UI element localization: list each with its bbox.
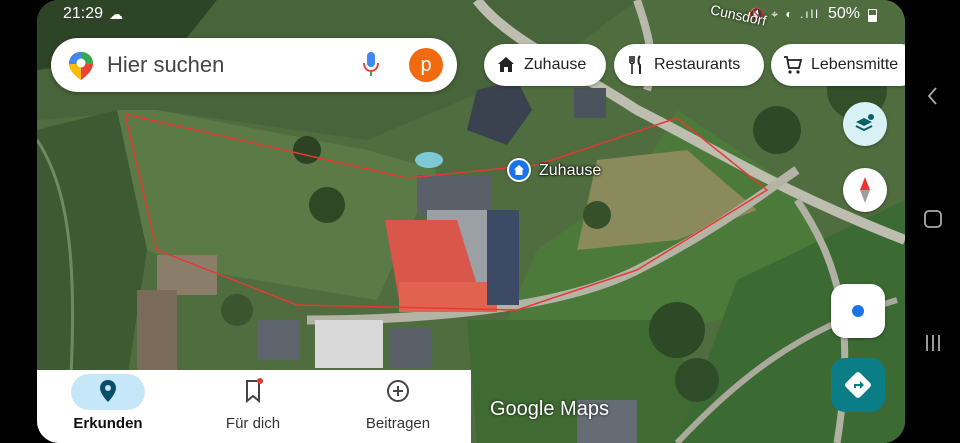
back-icon[interactable]	[921, 84, 945, 108]
chip-label: Zuhause	[524, 56, 587, 73]
nav-label: Beitragen	[365, 415, 431, 432]
compass-icon	[860, 177, 870, 203]
search-input[interactable]: Hier suchen	[107, 52, 224, 78]
search-bar[interactable]: Hier suchen p	[51, 38, 457, 92]
google-maps-watermark: Google Maps	[490, 398, 609, 420]
directions-icon	[845, 372, 871, 398]
status-right: 🔇 ⌖ ◐ .ıll 50%	[749, 5, 877, 23]
nav-explore[interactable]: Erkunden	[37, 370, 177, 443]
chip-home[interactable]: Zuhause	[484, 44, 606, 86]
layers-icon	[855, 114, 874, 132]
system-navigation-bar	[905, 0, 960, 443]
my-location-icon	[852, 305, 864, 317]
phone-screen: 21:29 ☁ 🔇 ⌖ ◐ .ıll 50% Cunsdorf Hier suc…	[37, 0, 905, 443]
layers-button[interactable]	[843, 102, 887, 146]
microphone-icon[interactable]	[363, 52, 379, 78]
cloud-icon: ☁	[109, 6, 123, 22]
home-button-icon[interactable]	[921, 207, 945, 231]
nav-label: Für dich	[225, 415, 281, 432]
avatar[interactable]: p	[409, 48, 443, 82]
chip-restaurants[interactable]: Restaurants	[614, 44, 764, 86]
directions-button[interactable]	[831, 358, 885, 412]
chip-label: Lebensmitte	[811, 56, 899, 73]
chip-label: Restaurants	[654, 56, 741, 73]
fork-knife-icon	[629, 55, 641, 74]
nav-contribute[interactable]: Beitragen	[327, 370, 467, 443]
cart-icon	[784, 56, 803, 74]
recent-apps-icon[interactable]	[921, 331, 945, 355]
nav-for-you[interactable]: Für dich	[182, 370, 322, 443]
home-marker-icon	[509, 160, 529, 180]
home-place-label[interactable]: Zuhause	[539, 162, 601, 180]
nav-label: Erkunden	[73, 415, 143, 432]
bookmark-icon	[246, 378, 263, 404]
my-location-button[interactable]	[831, 284, 885, 338]
chip-groceries[interactable]: Lebensmitte	[771, 44, 905, 86]
battery-icon	[868, 8, 877, 22]
bottom-navigation: Erkunden Für dich Beitragen	[37, 370, 471, 443]
status-time: 21:29	[63, 5, 104, 22]
compass-button[interactable]	[843, 168, 887, 212]
status-bar: 21:29 ☁ 🔇 ⌖ ◐ .ıll 50%	[37, 5, 905, 25]
google-maps-pin-icon	[69, 52, 93, 80]
battery-level: 50%	[827, 5, 860, 22]
pin-icon	[100, 380, 116, 402]
home-icon	[498, 57, 514, 72]
home-marker[interactable]	[507, 158, 531, 182]
plus-circle-icon	[387, 380, 409, 402]
